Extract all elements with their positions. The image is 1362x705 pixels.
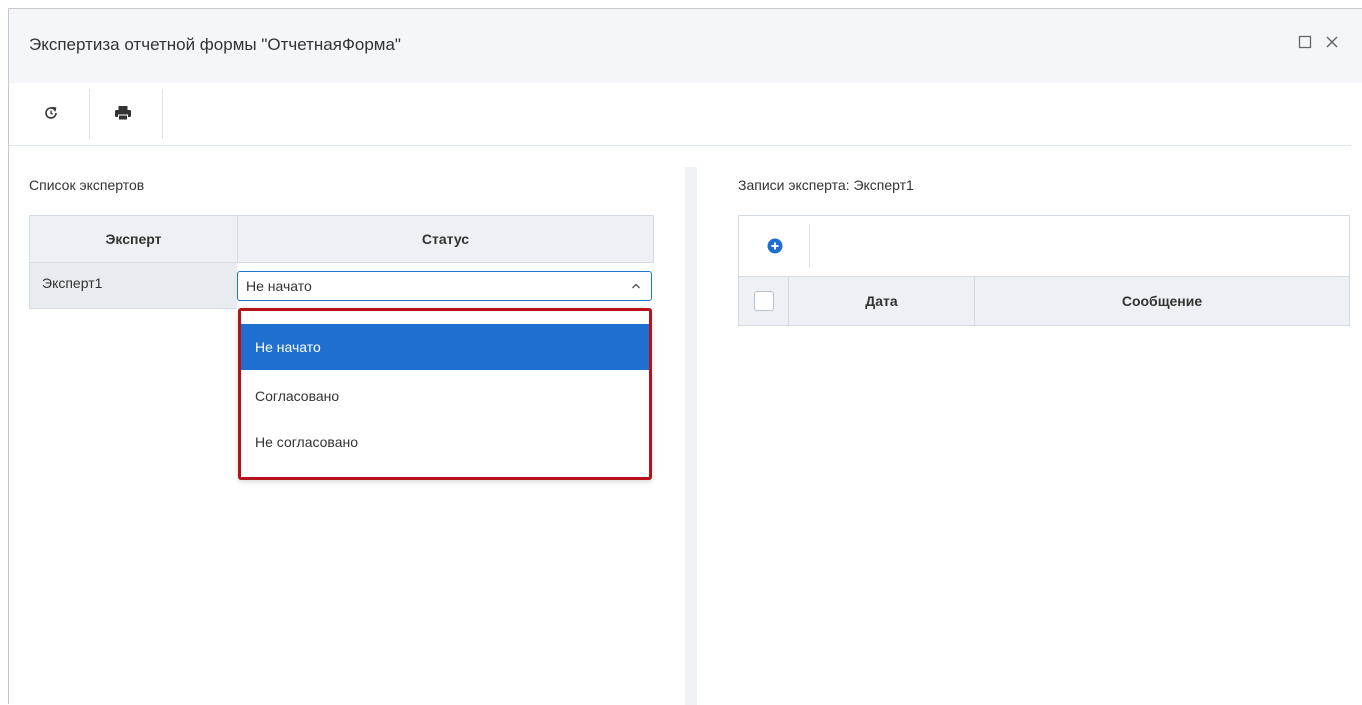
expert-name-cell[interactable]: Эксперт1 bbox=[29, 263, 237, 309]
records-section-label: Записи эксперта: Эксперт1 bbox=[738, 177, 914, 193]
panel-splitter[interactable] bbox=[685, 167, 697, 705]
dialog-window: Экспертиза отчетной формы "ОтчетнаяФорма… bbox=[8, 8, 1362, 705]
chevron-up-icon bbox=[632, 283, 640, 289]
status-cell: Не начато bbox=[237, 263, 654, 309]
column-header-date[interactable]: Дата bbox=[789, 277, 975, 325]
print-icon[interactable] bbox=[101, 91, 145, 135]
column-header-status[interactable]: Статус bbox=[238, 216, 653, 262]
toolbar-separator bbox=[89, 89, 90, 139]
status-select[interactable]: Не начато bbox=[237, 271, 652, 301]
select-all-cell bbox=[739, 277, 789, 325]
select-all-checkbox[interactable] bbox=[753, 291, 774, 311]
status-select-value: Не начато bbox=[246, 278, 312, 294]
experts-table: Эксперт Статус Эксперт1 Не начато bbox=[29, 215, 654, 309]
dropdown-option-not-approved[interactable]: Не согласовано bbox=[241, 419, 649, 465]
maximize-icon[interactable] bbox=[1296, 33, 1314, 51]
toolbar-separator bbox=[162, 89, 163, 139]
close-icon[interactable] bbox=[1323, 33, 1341, 51]
titlebar: Экспертиза отчетной формы "ОтчетнаяФорма… bbox=[9, 9, 1362, 83]
records-panel: Дата Сообщение bbox=[738, 215, 1350, 326]
experts-table-header: Эксперт Статус bbox=[29, 215, 654, 263]
window-title: Экспертиза отчетной формы "ОтчетнаяФорма… bbox=[29, 35, 401, 54]
refresh-icon[interactable] bbox=[29, 91, 73, 135]
column-header-expert[interactable]: Эксперт bbox=[30, 216, 238, 262]
experts-section-label: Список экспертов bbox=[29, 177, 145, 193]
status-dropdown: Не начато Согласовано Не согласовано bbox=[238, 308, 652, 480]
records-table-header: Дата Сообщение bbox=[738, 276, 1350, 326]
toolbar bbox=[9, 83, 1351, 146]
records-toolbar bbox=[738, 215, 1350, 276]
dropdown-option-approved[interactable]: Согласовано bbox=[241, 373, 649, 419]
table-row[interactable]: Эксперт1 Не начато bbox=[29, 263, 654, 309]
column-header-message[interactable]: Сообщение bbox=[975, 277, 1349, 325]
dropdown-option-not-started[interactable]: Не начато bbox=[241, 324, 649, 370]
toolbar-separator bbox=[809, 224, 810, 268]
add-circle-icon[interactable] bbox=[763, 234, 787, 258]
